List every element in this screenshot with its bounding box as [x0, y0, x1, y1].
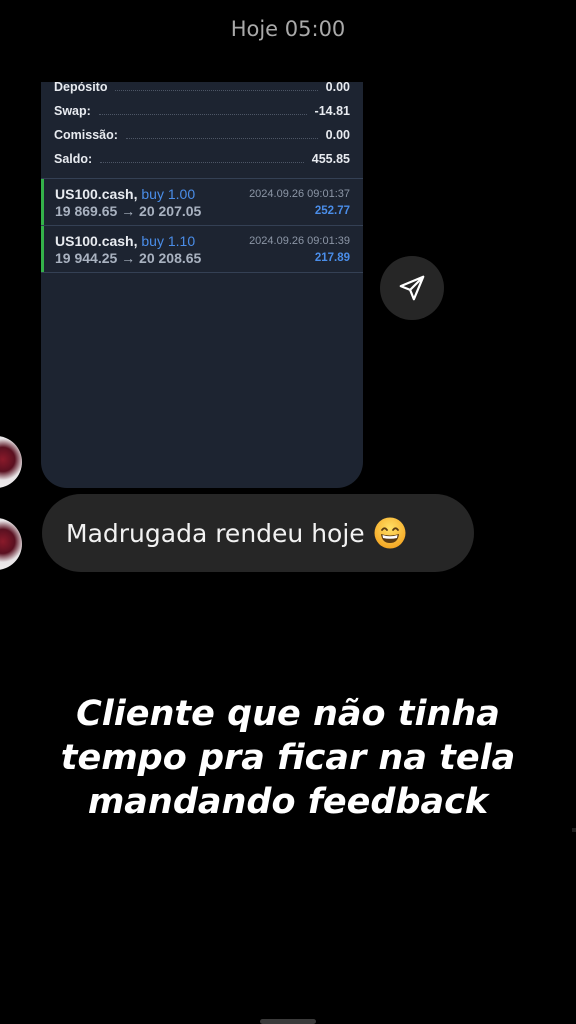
- chat-timestamp: Hoje 05:00: [230, 17, 346, 41]
- grinning-face-emoji-icon: [373, 516, 407, 550]
- shared-screenshot-image[interactable]: Depósito 0.00 Swap: -14.81 Comissão: 0.0…: [41, 82, 363, 488]
- trade-profit: 252.77: [314, 205, 350, 217]
- trade-profit: 217.89: [314, 252, 350, 264]
- message-bubble[interactable]: Madrugada rendeu hoje: [42, 494, 474, 572]
- sender-avatar[interactable]: [0, 518, 22, 570]
- summary-value: 0.00: [325, 128, 350, 142]
- summary-label: Comissão:: [54, 128, 118, 142]
- edge-mark: [572, 828, 576, 832]
- trade-prices: 19 869.65 → 20 207.05: [55, 203, 202, 219]
- trade-row: US100.cash, buy 1.10 19 944.25 → 20 208.…: [41, 226, 363, 273]
- summary-value: 0.00: [325, 82, 350, 94]
- summary-label: Depósito: [54, 82, 108, 94]
- caption-line: Cliente que não tinha: [76, 694, 500, 734]
- trade-datetime: 2024.09.26 09:01:39: [249, 235, 350, 247]
- summary-row-balance: Saldo: 455.85: [54, 152, 350, 176]
- caption-line: tempo pra ficar na tela: [60, 738, 516, 778]
- trade-symbol: US100.cash,: [55, 233, 138, 249]
- trade-status-bar: [41, 179, 44, 225]
- trade-symbol: US100.cash,: [55, 186, 138, 202]
- summary-row-commission: Comissão: 0.00: [54, 128, 350, 152]
- account-summary: Depósito 0.00 Swap: -14.81 Comissão: 0.0…: [41, 82, 363, 176]
- trade-status-bar: [41, 226, 44, 272]
- overlay-caption: Cliente que não tinha tempo pra ficar na…: [0, 692, 576, 824]
- summary-value: -14.81: [314, 104, 350, 118]
- trade-side: buy 1.10: [141, 233, 196, 249]
- trade-datetime: 2024.09.26 09:01:37: [249, 188, 350, 200]
- trade-prices: 19 944.25 → 20 208.65: [55, 250, 202, 266]
- summary-row-deposit: Depósito 0.00: [54, 82, 350, 104]
- summary-label: Saldo:: [54, 152, 93, 166]
- summary-row-swap: Swap: -14.81: [54, 104, 350, 128]
- sender-avatar[interactable]: [0, 436, 22, 488]
- home-indicator: [260, 1019, 316, 1024]
- trade-side: buy 1.00: [141, 186, 196, 202]
- paper-plane-icon: [399, 275, 425, 301]
- share-button[interactable]: [380, 256, 444, 320]
- message-text: Madrugada rendeu hoje: [66, 518, 365, 548]
- caption-line: mandando feedback: [87, 782, 489, 822]
- summary-value: 455.85: [311, 152, 350, 166]
- trade-row: US100.cash, buy 1.00 19 869.65 → 20 207.…: [41, 179, 363, 226]
- summary-label: Swap:: [54, 104, 91, 118]
